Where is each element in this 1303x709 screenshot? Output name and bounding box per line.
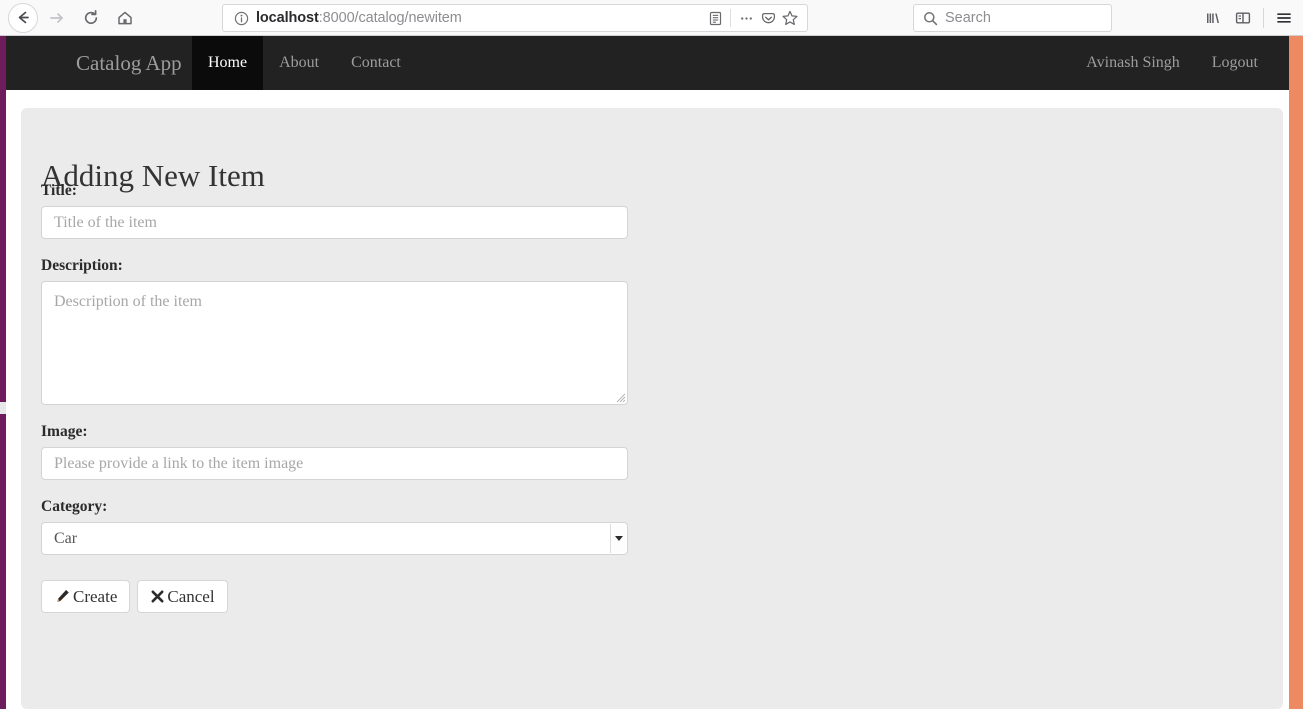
pencil-icon: [57, 589, 69, 602]
description-wrapper: [41, 281, 628, 405]
category-field-label: Category:: [41, 498, 108, 515]
left-stripe-thumb: [0, 402, 6, 414]
new-item-form: Title: Description: Image: Category: Car: [41, 182, 641, 613]
home-icon: [118, 11, 132, 24]
left-accent-stripe: [0, 36, 6, 709]
image-input[interactable]: [41, 447, 628, 480]
url-host: localhost: [256, 10, 319, 26]
pocket-icon[interactable]: [757, 10, 779, 27]
image-field-label: Image:: [41, 423, 88, 440]
address-bar[interactable]: localhost:8000/catalog/newitem: [222, 4, 808, 32]
browser-toolbar: localhost:8000/catalog/newitem Search: [0, 0, 1303, 36]
cancel-button-label: Cancel: [167, 586, 215, 606]
back-button[interactable]: [6, 2, 40, 33]
navbar-logout-link[interactable]: Logout: [1196, 36, 1274, 90]
forward-arrow-icon: [50, 12, 63, 23]
search-bar[interactable]: Search: [913, 4, 1112, 32]
forward-button[interactable]: [40, 3, 74, 33]
reload-button[interactable]: [74, 3, 108, 33]
times-icon: [151, 590, 164, 603]
category-select[interactable]: Car: [41, 522, 628, 555]
navbar-brand[interactable]: Catalog App: [76, 36, 182, 90]
page-viewport: Catalog App Home About Contact Avinash S…: [0, 36, 1303, 709]
sidebar-icon[interactable]: [1228, 3, 1258, 33]
description-textarea[interactable]: [41, 281, 628, 405]
toolbar-right-icons: [1198, 3, 1299, 33]
description-field-label: Description:: [41, 257, 123, 274]
nav-link-about[interactable]: About: [263, 36, 335, 90]
nav-link-contact[interactable]: Contact: [335, 36, 417, 90]
page-actions-ellipsis-icon[interactable]: [735, 10, 757, 27]
hamburger-menu-icon[interactable]: [1269, 3, 1299, 33]
title-input[interactable]: [41, 206, 628, 239]
reload-icon: [84, 9, 98, 24]
search-icon: [924, 11, 938, 25]
navigation-buttons: [0, 2, 142, 33]
navbar-right: Avinash Singh Logout: [1070, 36, 1274, 90]
nav-link-home[interactable]: Home: [192, 36, 264, 90]
form-actions: Create Cancel: [41, 580, 641, 613]
bookmark-star-icon[interactable]: [779, 9, 801, 27]
vertical-scrollbar[interactable]: [1289, 36, 1303, 709]
identity-info-icon[interactable]: [231, 11, 251, 26]
navbar-username[interactable]: Avinash Singh: [1070, 36, 1195, 90]
create-button[interactable]: Create: [41, 580, 131, 613]
back-arrow-icon: [18, 11, 29, 24]
library-icon[interactable]: [1198, 3, 1228, 33]
toolbar-divider: [1263, 8, 1264, 28]
back-button-circle[interactable]: [8, 2, 38, 33]
url-path: :8000/catalog/newitem: [318, 10, 462, 26]
search-placeholder: Search: [945, 10, 991, 26]
reader-mode-icon[interactable]: [704, 10, 726, 27]
cancel-button[interactable]: Cancel: [137, 580, 228, 613]
url-text: localhost:8000/catalog/newitem: [251, 10, 704, 26]
create-button-label: Create: [73, 586, 118, 606]
home-button[interactable]: [108, 3, 142, 33]
title-field-label: Title:: [41, 182, 77, 199]
category-select-wrapper: Car: [41, 522, 628, 555]
site-navbar: Catalog App Home About Contact Avinash S…: [0, 36, 1292, 90]
navbar-links: Home About Contact: [192, 36, 417, 90]
urlbar-divider: [730, 9, 731, 27]
